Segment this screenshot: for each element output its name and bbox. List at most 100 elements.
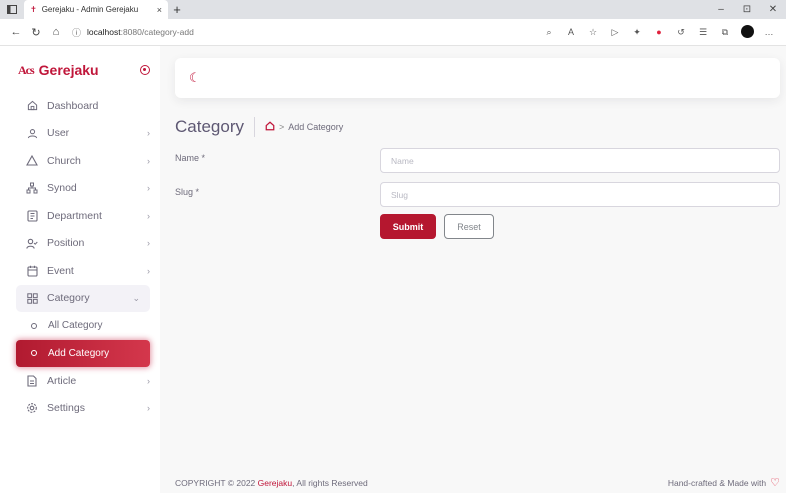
sidebar-item-synod[interactable]: Synod ›: [0, 175, 160, 203]
add-category-form: Name * Slug * Submit Reset: [175, 148, 780, 239]
sidebar-item-label: User: [47, 127, 70, 140]
slug-field[interactable]: [380, 182, 780, 207]
chevron-right-icon: ›: [147, 155, 150, 166]
sidebar-item-event[interactable]: Event ›: [0, 257, 160, 285]
favicon-icon: ✝: [30, 5, 37, 14]
sidebar-item-church[interactable]: Church ›: [0, 147, 160, 175]
sidebar-item-user[interactable]: User ›: [0, 120, 160, 148]
read-aloud-icon[interactable]: A: [560, 27, 582, 37]
more-icon[interactable]: …: [758, 27, 780, 37]
brand-logo: Acs: [18, 62, 35, 77]
content-header: Category > Add Category: [175, 116, 343, 138]
sidebar-item-category[interactable]: Category ⌄: [16, 284, 150, 312]
sidebar-menu: Dashboard User › Church › Synod › Depart…: [0, 92, 160, 422]
sidebar: Acs Gerejaku Dashboard User › Church › S…: [0, 46, 160, 493]
name-row: Name *: [175, 148, 780, 174]
calendar-icon: [25, 265, 39, 277]
collections-icon[interactable]: ⧉: [714, 27, 736, 38]
chevron-right-icon: ›: [147, 375, 150, 386]
window-controls: – ⊡ ✕: [708, 0, 786, 19]
url-field[interactable]: ⓘ localhost:8080/category-add: [72, 26, 538, 39]
sidebar-item-department[interactable]: Department ›: [0, 202, 160, 230]
restore-icon[interactable]: ⊡: [734, 0, 760, 19]
breadcrumb: > Add Category: [265, 120, 344, 134]
copyright-brand-link[interactable]: Gerejaku: [258, 478, 293, 488]
minimize-icon[interactable]: –: [708, 0, 734, 19]
zoom-icon[interactable]: ⌕: [538, 27, 560, 38]
sidebar-item-label: Settings: [47, 402, 85, 415]
sidebar-item-article[interactable]: Article ›: [0, 367, 160, 395]
favorites-icon[interactable]: ☰: [692, 27, 714, 38]
breadcrumb-home-icon[interactable]: [265, 120, 275, 134]
sidebar-subitem-label: Add Category: [48, 347, 110, 359]
footer-right-text: Hand-crafted & Made with: [667, 478, 767, 488]
sidebar-item-label: Category: [47, 292, 90, 305]
tab-close-icon[interactable]: ×: [157, 5, 162, 15]
sidebar-item-settings[interactable]: Settings ›: [0, 395, 160, 423]
refresh-icon[interactable]: ↻: [26, 26, 46, 39]
adblock-icon[interactable]: ●: [648, 27, 670, 37]
address-bar: ← ↻ ⌂ ⓘ localhost:8080/category-add ⌕ A …: [0, 19, 786, 46]
extension-icon[interactable]: ✦: [626, 27, 648, 38]
heart-icon: ♡: [770, 477, 780, 489]
file-icon: [25, 375, 39, 387]
sidebar-item-label: Position: [47, 237, 85, 250]
top-navbar: ☾: [175, 58, 780, 98]
browser-toolbar: ⌕ A ☆ ▷ ✦ ● ↺ ☰ ⧉ …: [538, 24, 780, 40]
name-label: Name *: [175, 153, 206, 163]
refresh-ext-icon[interactable]: ↺: [670, 27, 692, 38]
chevron-right-icon: ›: [147, 238, 150, 249]
profile-avatar[interactable]: [736, 24, 758, 40]
sidebar-item-label: Department: [47, 209, 102, 222]
favorite-add-icon[interactable]: ☆: [582, 27, 604, 38]
sidebar-item-label: Article: [47, 374, 77, 387]
copyright-suffix: , All rights Reserved: [292, 477, 368, 488]
url-path: :8080/category-add: [120, 27, 194, 37]
sidebar-item-dashboard[interactable]: Dashboard: [0, 92, 160, 120]
building-icon: [25, 210, 39, 222]
sidebar-subitem-label: All Category: [48, 320, 103, 332]
submit-button[interactable]: Submit: [380, 214, 436, 239]
slug-row: Slug *: [175, 182, 780, 208]
browser-tab-bar: ✝ Gerejaku - Admin Gerejaku × + – ⊡ ✕: [0, 0, 786, 19]
app: Acs Gerejaku Dashboard User › Church › S…: [0, 46, 786, 493]
name-field[interactable]: [380, 148, 780, 173]
tab-actions-icon[interactable]: [0, 0, 24, 19]
back-icon[interactable]: ←: [6, 26, 26, 38]
settings-icon: [25, 402, 39, 414]
circle-icon: [31, 322, 37, 329]
footer-right: Hand-crafted & Made with ♡: [668, 476, 780, 489]
slug-label: Slug *: [175, 187, 200, 197]
new-tab-button[interactable]: +: [168, 2, 186, 17]
tab-title: Gerejaku - Admin Gerejaku: [41, 5, 139, 14]
home-browser-icon[interactable]: ⌂: [46, 26, 66, 38]
play-icon[interactable]: ▷: [604, 27, 626, 38]
reset-button[interactable]: Reset: [444, 214, 494, 239]
chevron-right-icon: ›: [147, 265, 150, 276]
sidebar-item-label: Church: [47, 154, 81, 167]
url-host: localhost: [87, 27, 121, 37]
browser-tab[interactable]: ✝ Gerejaku - Admin Gerejaku ×: [24, 0, 168, 19]
sidebar-item-position[interactable]: Position ›: [0, 230, 160, 258]
sidebar-item-label: Event: [47, 264, 74, 277]
sidebar-item-label: Synod: [47, 182, 77, 195]
brand[interactable]: Acs Gerejaku: [18, 58, 150, 82]
chevron-right-icon: ›: [147, 128, 150, 139]
user-check-icon: [25, 238, 39, 249]
sidebar-subitem-all-category[interactable]: All Category: [0, 312, 160, 340]
breadcrumb-current: Add Category: [288, 122, 344, 132]
sidebar-toggle-icon[interactable]: [140, 65, 150, 75]
form-actions: Submit Reset: [380, 214, 494, 239]
moon-icon[interactable]: ☾: [189, 70, 201, 86]
chevron-down-icon: ⌄: [132, 292, 140, 303]
user-icon: [25, 128, 39, 139]
network-icon: [25, 182, 39, 194]
info-icon[interactable]: ⓘ: [72, 26, 81, 39]
triangle-icon: [25, 155, 39, 166]
sidebar-subitem-add-category[interactable]: Add Category: [16, 339, 150, 367]
breadcrumb-separator: >: [278, 122, 285, 132]
close-window-icon[interactable]: ✕: [760, 0, 786, 19]
copyright: COPYRIGHT © 2022 Gerejaku, All rights Re…: [175, 478, 368, 488]
copyright-prefix: COPYRIGHT © 2022: [175, 477, 258, 488]
grid-icon: [25, 293, 39, 304]
